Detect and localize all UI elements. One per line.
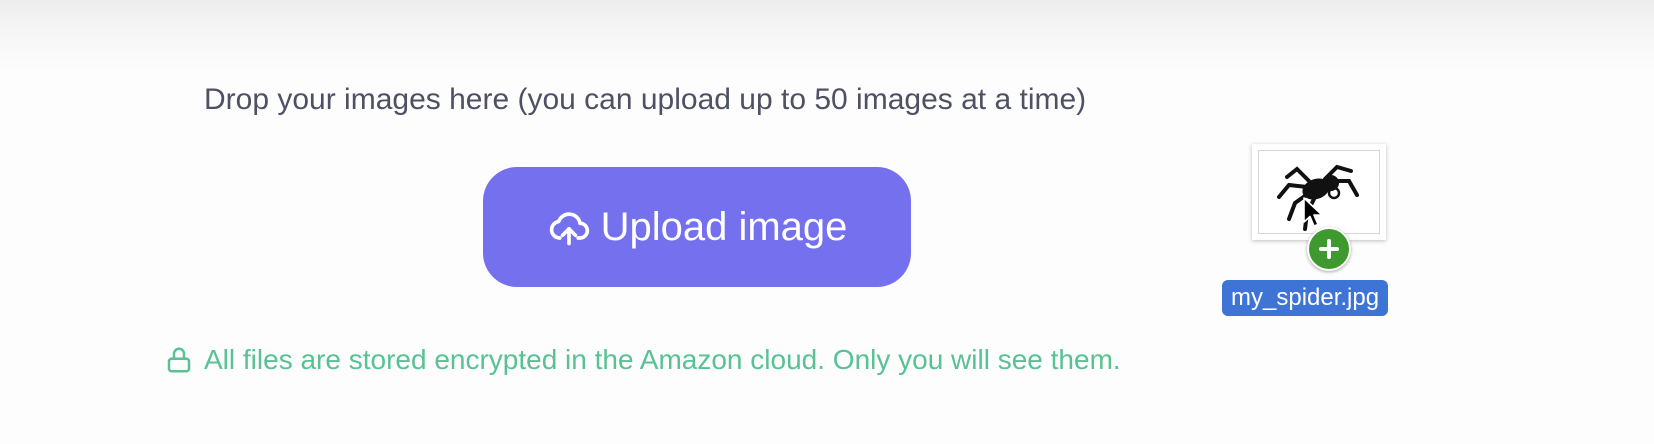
cloud-upload-icon bbox=[547, 205, 591, 249]
upload-image-button[interactable]: Upload image bbox=[483, 167, 911, 287]
security-note: All files are stored encrypted in the Am… bbox=[164, 344, 1121, 376]
plus-icon bbox=[1307, 227, 1351, 271]
upload-image-label: Upload image bbox=[600, 204, 848, 249]
security-note-text: All files are stored encrypted in the Am… bbox=[204, 344, 1121, 375]
dragged-file-name: my_spider.jpg bbox=[1222, 280, 1389, 316]
dropzone-instruction: Drop your images here (you can upload up… bbox=[204, 83, 1087, 116]
header-shadow bbox=[0, 0, 1654, 72]
cursor-icon bbox=[1303, 197, 1323, 227]
lock-icon bbox=[164, 345, 194, 375]
